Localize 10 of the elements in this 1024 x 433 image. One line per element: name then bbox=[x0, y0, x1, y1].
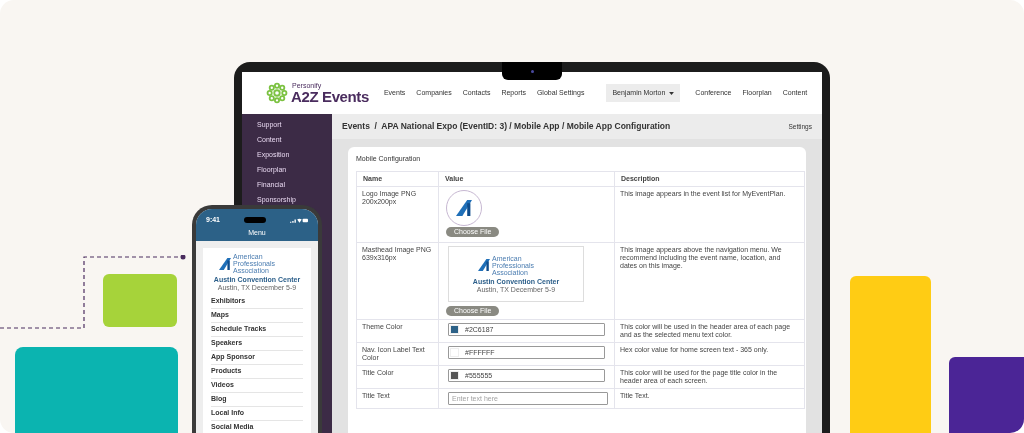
dynamic-island bbox=[244, 217, 266, 224]
flower-logo-icon bbox=[266, 82, 288, 104]
status-icons bbox=[290, 217, 308, 224]
breadcrumb: Events / APA National Expo (EventID: 3) / Mobile App / Mobile App Configuration bbox=[342, 120, 671, 133]
association-logo-icon bbox=[478, 259, 490, 271]
camera-icon bbox=[530, 69, 534, 73]
caret-icon bbox=[669, 91, 675, 95]
association-logo-icon bbox=[219, 257, 231, 270]
association-logo-icon bbox=[456, 199, 472, 217]
brand-name: A2Z Events bbox=[291, 89, 369, 104]
